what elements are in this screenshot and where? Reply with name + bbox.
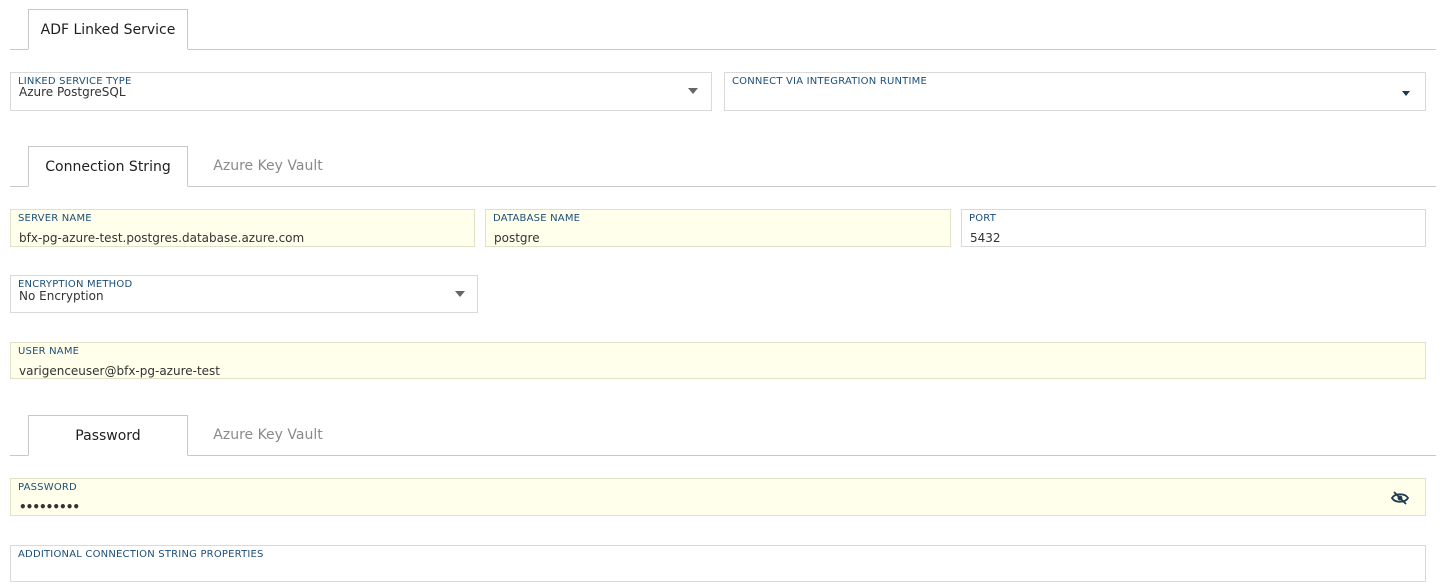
field-label: DATABASE NAME (493, 213, 581, 224)
top-tab-strip: ADF Linked Service (10, 9, 1436, 50)
field-label: USER NAME (18, 346, 80, 357)
chevron-down-icon (1402, 91, 1410, 96)
tab-label: Connection String (45, 158, 171, 175)
user-name-field[interactable]: USER NAME varigenceuser@bfx-pg-azure-tes… (10, 342, 1426, 379)
chevron-down-icon (455, 291, 465, 297)
tab-connection-string[interactable]: Connection String (28, 146, 188, 187)
field-label: PASSWORD (18, 482, 77, 493)
tab-azure-key-vault[interactable]: Azure Key Vault (188, 415, 348, 455)
field-value: ••••••••• (19, 500, 80, 514)
field-label: SERVER NAME (18, 213, 92, 224)
tab-label: ADF Linked Service (40, 21, 176, 38)
server-name-field[interactable]: SERVER NAME bfx-pg-azure-test.postgres.d… (10, 209, 475, 247)
field-label: ADDITIONAL CONNECTION STRING PROPERTIES (18, 549, 264, 560)
field-value: varigenceuser@bfx-pg-azure-test (19, 364, 221, 378)
eye-slash-icon[interactable] (1391, 491, 1409, 505)
field-label: PORT (969, 213, 997, 224)
password-field[interactable]: PASSWORD ••••••••• (10, 478, 1426, 516)
port-field[interactable]: PORT 5432 (961, 209, 1426, 247)
tab-label: Azure Key Vault (213, 158, 323, 174)
tab-label: Password (75, 427, 141, 444)
integration-runtime-select[interactable]: CONNECT VIA INTEGRATION RUNTIME (724, 72, 1426, 111)
field-value: 5432 (970, 231, 1001, 245)
field-value: No Encryption (19, 289, 104, 303)
encryption-method-select[interactable]: ENCRYPTION METHOD No Encryption (10, 275, 478, 313)
field-value: bfx-pg-azure-test.postgres.database.azur… (19, 231, 305, 245)
linked-service-type-select[interactable]: LINKED SERVICE TYPE Azure PostgreSQL (10, 72, 712, 111)
additional-properties-field[interactable]: ADDITIONAL CONNECTION STRING PROPERTIES (10, 545, 1426, 582)
chevron-down-icon (688, 88, 698, 94)
field-label: CONNECT VIA INTEGRATION RUNTIME (732, 76, 927, 87)
tab-adf-linked-service[interactable]: ADF Linked Service (28, 9, 188, 50)
connection-tab-strip: Connection String Azure Key Vault (10, 146, 1436, 187)
database-name-field[interactable]: DATABASE NAME postgre (485, 209, 951, 247)
tab-label: Azure Key Vault (213, 427, 323, 443)
field-value: Azure PostgreSQL (19, 85, 126, 99)
tab-password[interactable]: Password (28, 415, 188, 456)
password-tab-strip: Password Azure Key Vault (10, 415, 1436, 456)
field-value: postgre (494, 231, 540, 245)
linked-service-form: ADF Linked Service LINKED SERVICE TYPE A… (0, 0, 1442, 588)
tab-azure-key-vault[interactable]: Azure Key Vault (188, 146, 348, 186)
